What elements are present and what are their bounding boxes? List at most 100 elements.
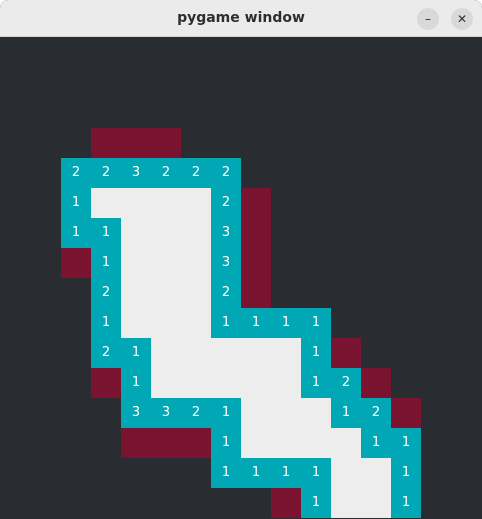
open-tile[interactable] bbox=[181, 368, 211, 398]
open-tile[interactable] bbox=[271, 338, 301, 368]
number-tile[interactable]: 1 bbox=[331, 398, 361, 428]
flag-tile[interactable] bbox=[241, 248, 271, 278]
number-tile[interactable]: 1 bbox=[361, 428, 391, 458]
number-tile[interactable]: 1 bbox=[211, 428, 241, 458]
open-tile[interactable] bbox=[211, 368, 241, 398]
number-tile[interactable]: 1 bbox=[241, 308, 271, 338]
number-tile[interactable]: 1 bbox=[301, 488, 331, 518]
flag-tile[interactable] bbox=[151, 428, 181, 458]
number-tile[interactable]: 2 bbox=[211, 278, 241, 308]
number-tile[interactable]: 2 bbox=[151, 158, 181, 188]
flag-tile[interactable] bbox=[181, 428, 211, 458]
open-tile[interactable] bbox=[331, 458, 361, 488]
open-tile[interactable] bbox=[241, 338, 271, 368]
minimize-icon: – bbox=[425, 12, 431, 26]
number-tile[interactable]: 3 bbox=[121, 158, 151, 188]
number-tile[interactable]: 2 bbox=[211, 158, 241, 188]
open-tile[interactable] bbox=[241, 398, 271, 428]
open-tile[interactable] bbox=[151, 368, 181, 398]
number-tile[interactable]: 3 bbox=[121, 398, 151, 428]
flag-tile[interactable] bbox=[241, 278, 271, 308]
number-tile[interactable]: 3 bbox=[211, 218, 241, 248]
number-tile[interactable]: 1 bbox=[121, 338, 151, 368]
number-tile[interactable]: 3 bbox=[211, 248, 241, 278]
open-tile[interactable] bbox=[181, 218, 211, 248]
open-tile[interactable] bbox=[301, 398, 331, 428]
flag-tile[interactable] bbox=[91, 128, 121, 158]
flag-tile[interactable] bbox=[151, 128, 181, 158]
number-tile[interactable]: 1 bbox=[301, 458, 331, 488]
number-tile[interactable]: 1 bbox=[301, 338, 331, 368]
open-tile[interactable] bbox=[121, 218, 151, 248]
open-tile[interactable] bbox=[211, 338, 241, 368]
flag-tile[interactable] bbox=[241, 218, 271, 248]
open-tile[interactable] bbox=[301, 428, 331, 458]
number-tile[interactable]: 1 bbox=[91, 218, 121, 248]
open-tile[interactable] bbox=[181, 338, 211, 368]
open-tile[interactable] bbox=[121, 248, 151, 278]
number-tile[interactable]: 2 bbox=[181, 158, 211, 188]
number-tile[interactable]: 1 bbox=[271, 458, 301, 488]
open-tile[interactable] bbox=[241, 368, 271, 398]
number-tile[interactable]: 1 bbox=[61, 188, 91, 218]
number-tile[interactable]: 1 bbox=[211, 308, 241, 338]
number-tile[interactable]: 1 bbox=[91, 248, 121, 278]
open-tile[interactable] bbox=[271, 398, 301, 428]
number-tile[interactable]: 1 bbox=[241, 458, 271, 488]
open-tile[interactable] bbox=[121, 188, 151, 218]
number-tile[interactable]: 1 bbox=[271, 308, 301, 338]
open-tile[interactable] bbox=[91, 188, 121, 218]
flag-tile[interactable] bbox=[361, 368, 391, 398]
number-tile[interactable]: 2 bbox=[61, 158, 91, 188]
flag-tile[interactable] bbox=[241, 188, 271, 218]
open-tile[interactable] bbox=[151, 248, 181, 278]
open-tile[interactable] bbox=[181, 188, 211, 218]
open-tile[interactable] bbox=[181, 278, 211, 308]
number-tile[interactable]: 2 bbox=[91, 338, 121, 368]
open-tile[interactable] bbox=[271, 428, 301, 458]
flag-tile[interactable] bbox=[391, 398, 421, 428]
number-tile[interactable]: 2 bbox=[91, 278, 121, 308]
number-tile[interactable]: 1 bbox=[211, 458, 241, 488]
flag-tile[interactable] bbox=[91, 368, 121, 398]
open-tile[interactable] bbox=[271, 368, 301, 398]
open-tile[interactable] bbox=[361, 488, 391, 518]
flag-tile[interactable] bbox=[271, 488, 301, 518]
number-tile[interactable]: 2 bbox=[91, 158, 121, 188]
open-tile[interactable] bbox=[151, 338, 181, 368]
open-tile[interactable] bbox=[331, 428, 361, 458]
open-tile[interactable] bbox=[181, 248, 211, 278]
number-tile[interactable]: 1 bbox=[91, 308, 121, 338]
open-tile[interactable] bbox=[181, 308, 211, 338]
flag-tile[interactable] bbox=[121, 428, 151, 458]
number-tile[interactable]: 2 bbox=[331, 368, 361, 398]
open-tile[interactable] bbox=[151, 308, 181, 338]
number-tile[interactable]: 1 bbox=[391, 488, 421, 518]
number-tile[interactable]: 1 bbox=[121, 368, 151, 398]
number-tile[interactable]: 1 bbox=[211, 398, 241, 428]
number-tile[interactable]: 1 bbox=[301, 368, 331, 398]
open-tile[interactable] bbox=[151, 188, 181, 218]
open-tile[interactable] bbox=[121, 278, 151, 308]
number-tile[interactable]: 2 bbox=[211, 188, 241, 218]
open-tile[interactable] bbox=[361, 458, 391, 488]
title-bar[interactable]: pygame window – ✕ bbox=[0, 0, 482, 37]
number-tile[interactable]: 2 bbox=[361, 398, 391, 428]
open-tile[interactable] bbox=[331, 488, 361, 518]
flag-tile[interactable] bbox=[61, 248, 91, 278]
open-tile[interactable] bbox=[151, 278, 181, 308]
number-tile[interactable]: 1 bbox=[301, 308, 331, 338]
number-tile[interactable]: 2 bbox=[181, 398, 211, 428]
open-tile[interactable] bbox=[241, 428, 271, 458]
close-button[interactable]: ✕ bbox=[451, 8, 473, 30]
open-tile[interactable] bbox=[121, 308, 151, 338]
number-tile[interactable]: 1 bbox=[61, 218, 91, 248]
minesweeper-board[interactable]: 2232221211313221111121111233211211111111… bbox=[0, 38, 482, 519]
number-tile[interactable]: 1 bbox=[391, 428, 421, 458]
open-tile[interactable] bbox=[151, 218, 181, 248]
number-tile[interactable]: 3 bbox=[151, 398, 181, 428]
flag-tile[interactable] bbox=[331, 338, 361, 368]
minimize-button[interactable]: – bbox=[417, 8, 439, 30]
number-tile[interactable]: 1 bbox=[391, 458, 421, 488]
flag-tile[interactable] bbox=[121, 128, 151, 158]
